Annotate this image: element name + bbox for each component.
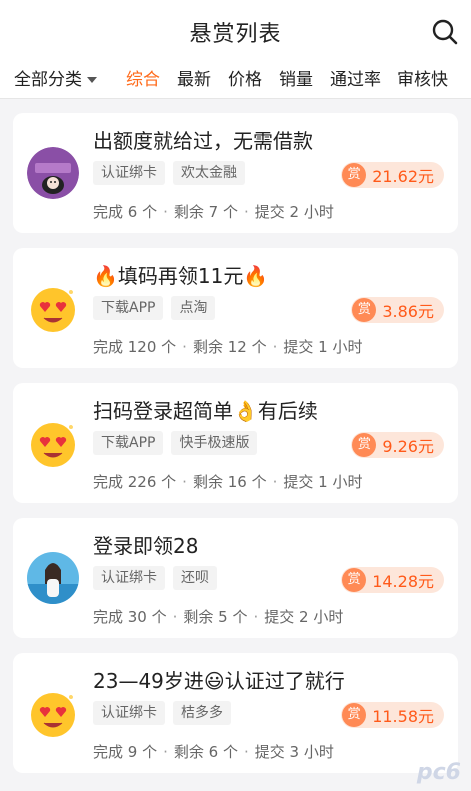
submit-time: 提交 1 小时 <box>283 473 363 491</box>
reward-amount: 11.58元 <box>372 707 434 726</box>
task-title: 出额度就给过，无需借款 <box>93 129 313 153</box>
reward-amount: 21.62元 <box>372 167 434 186</box>
done-count: 完成 6 个 <box>93 203 158 221</box>
tag-list: 下载APP 快手极速版 <box>93 431 265 457</box>
reward-pill: 赏 14.28元 <box>341 567 444 593</box>
done-count: 完成 9 个 <box>93 743 158 761</box>
cartoon-girl-avatar <box>27 147 79 199</box>
filter-comprehensive[interactable]: 综合 <box>126 65 160 90</box>
filter-price[interactable]: 价格 <box>228 65 262 90</box>
filter-bar: 全部分类 综合 最新 价格 销量 通过率 审核快 <box>0 62 471 99</box>
filter-fast-review[interactable]: 审核快 <box>397 65 448 90</box>
tag-list: 认证绑卡 还呗 <box>93 566 225 592</box>
tag: 桔多多 <box>173 701 231 725</box>
search-button[interactable] <box>431 18 459 46</box>
task-title: 23—49岁进😃认证过了就行 <box>93 669 345 693</box>
top-header: 悬赏列表 <box>0 0 471 62</box>
tag: 认证绑卡 <box>93 701 165 725</box>
remaining-count: 剩余 12 个 <box>192 338 267 356</box>
submit-time: 提交 2 小时 <box>254 203 334 221</box>
reward-badge: 赏 <box>342 163 367 187</box>
task-card[interactable]: 🔥填码再领11元🔥 下载APP 点淘 赏 3.86元 完成 120 个 · 剩余 12… <box>13 248 458 368</box>
task-stats: 完成 9 个 · 剩余 6 个 · 提交 3 小时 <box>93 743 334 761</box>
reward-amount: 3.86元 <box>382 302 434 321</box>
task-stats: 完成 6 个 · 剩余 7 个 · 提交 2 小时 <box>93 203 334 221</box>
task-card[interactable]: 登录即领28 认证绑卡 还呗 赏 14.28元 完成 30 个 · 剩余 5 个 · 提交… <box>13 518 458 638</box>
submit-time: 提交 2 小时 <box>264 608 344 626</box>
done-count: 完成 226 个 <box>93 473 177 491</box>
task-card[interactable]: 23—49岁进😃认证过了就行 认证绑卡 桔多多 赏 11.58元 完成 9 个 · 剩… <box>13 653 458 773</box>
page-title: 悬赏列表 <box>189 22 282 47</box>
task-stats: 完成 226 个 · 剩余 16 个 · 提交 1 小时 <box>93 473 363 491</box>
submit-time: 提交 3 小时 <box>254 743 334 761</box>
tag: 下载APP <box>93 431 164 455</box>
tag-list: 下载APP 点淘 <box>93 296 223 322</box>
reward-badge: 赏 <box>342 568 367 592</box>
remaining-count: 剩余 7 个 <box>173 203 238 221</box>
task-card[interactable]: 出额度就给过，无需借款 认证绑卡 欢太金融 赏 21.62元 完成 6 个 · 剩余 … <box>13 113 458 233</box>
heart-eyes-emoji-avatar <box>27 687 79 739</box>
filter-sales[interactable]: 销量 <box>279 65 313 90</box>
reward-badge: 赏 <box>352 298 377 322</box>
task-card[interactable]: 扫码登录超简单👌有后续 下载APP 快手极速版 赏 9.26元 完成 226 个 ·… <box>13 383 458 503</box>
reward-pill: 赏 3.86元 <box>351 297 444 323</box>
reward-badge: 赏 <box>342 703 367 727</box>
photo-avatar <box>27 552 79 604</box>
done-count: 完成 120 个 <box>93 338 177 356</box>
reward-pill: 赏 11.58元 <box>341 702 444 728</box>
filter-pass-rate[interactable]: 通过率 <box>330 65 381 90</box>
done-count: 完成 30 个 <box>93 608 167 626</box>
reward-amount: 9.26元 <box>382 437 434 456</box>
tag: 点淘 <box>171 296 216 320</box>
filter-all-categories[interactable]: 全部分类 <box>14 65 97 90</box>
tag-list: 认证绑卡 欢太金融 <box>93 161 253 187</box>
heart-eyes-emoji-avatar <box>27 417 79 469</box>
tag: 认证绑卡 <box>93 566 165 590</box>
reward-pill: 赏 9.26元 <box>351 432 444 458</box>
remaining-count: 剩余 6 个 <box>173 743 238 761</box>
task-stats: 完成 30 个 · 剩余 5 个 · 提交 2 小时 <box>93 608 344 626</box>
caret-down-icon <box>87 77 97 83</box>
tag: 下载APP <box>93 296 164 320</box>
watermark: pc6 <box>416 760 461 785</box>
task-title: 🔥填码再领11元🔥 <box>93 264 269 288</box>
tag: 快手极速版 <box>171 431 258 455</box>
remaining-count: 剩余 5 个 <box>183 608 248 626</box>
tag-list: 认证绑卡 桔多多 <box>93 701 239 727</box>
tag: 欢太金融 <box>173 161 245 185</box>
reward-pill: 赏 21.62元 <box>341 162 444 188</box>
task-title: 登录即领28 <box>93 534 199 558</box>
task-title: 扫码登录超简单👌有后续 <box>93 399 318 423</box>
filter-newest[interactable]: 最新 <box>177 65 211 90</box>
filter-label: 全部分类 <box>14 70 82 90</box>
submit-time: 提交 1 小时 <box>283 338 363 356</box>
task-stats: 完成 120 个 · 剩余 12 个 · 提交 1 小时 <box>93 338 363 356</box>
heart-eyes-emoji-avatar <box>27 282 79 334</box>
search-icon <box>432 19 458 45</box>
reward-badge: 赏 <box>352 433 377 457</box>
remaining-count: 剩余 16 个 <box>192 473 267 491</box>
reward-amount: 14.28元 <box>372 572 434 591</box>
tag: 还呗 <box>173 566 217 590</box>
tag: 认证绑卡 <box>93 161 165 185</box>
